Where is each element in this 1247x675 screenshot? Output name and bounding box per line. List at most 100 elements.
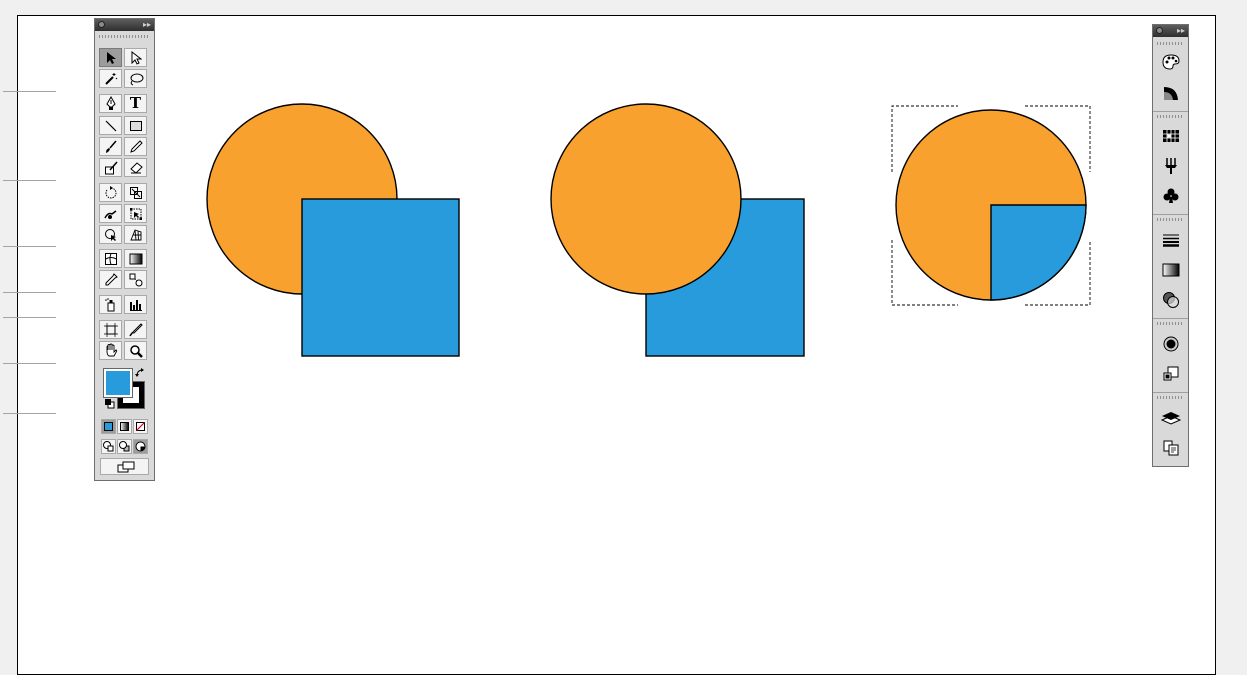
club-symbol-icon (1163, 188, 1178, 203)
line-segment-tool[interactable] (99, 116, 122, 135)
stroke-panel-button[interactable] (1157, 228, 1184, 252)
paintbrush-tool[interactable] (99, 137, 122, 156)
gradient-mode-button[interactable] (117, 419, 132, 434)
screen-mode-button[interactable] (100, 458, 149, 475)
pencil-tool[interactable] (124, 137, 147, 156)
pen-tool[interactable] (99, 94, 122, 113)
blend-icon (129, 273, 142, 286)
blob-brush-tool[interactable] (99, 158, 122, 177)
scale-tool[interactable] (124, 183, 147, 202)
symbol-sprayer-icon (104, 297, 114, 311)
eyedropper-tool[interactable] (99, 270, 122, 289)
dock-titlebar[interactable]: ▸▸ (1153, 25, 1188, 37)
dock-grip[interactable] (1157, 115, 1184, 118)
graphic-styles-panel-button[interactable] (1157, 362, 1184, 386)
gradient-icon (129, 253, 142, 264)
orange-circle-2[interactable] (550, 103, 742, 295)
mesh-tool[interactable] (99, 249, 122, 268)
eraser-tool[interactable] (124, 158, 147, 177)
artwork-group-1[interactable] (206, 103, 460, 357)
dock-grip[interactable] (1157, 396, 1184, 399)
dock-grip[interactable] (1157, 322, 1184, 325)
appearance-icon (1163, 336, 1178, 352)
symbol-sprayer-tool[interactable] (99, 295, 122, 314)
free-transform-tool[interactable] (124, 204, 147, 223)
warp-finger-icon (104, 209, 117, 219)
selection-tool[interactable] (99, 48, 122, 67)
pencil-icon (129, 139, 143, 153)
zoom-tool[interactable] (124, 341, 147, 360)
close-dock-icon[interactable] (1156, 27, 1163, 34)
artboard-icon (103, 322, 118, 337)
warp-tool[interactable] (99, 204, 122, 223)
rectangle-tool[interactable] (124, 116, 147, 135)
tools-separator (3, 292, 56, 293)
gradient-tool[interactable] (124, 249, 147, 268)
eyedropper-icon (105, 272, 118, 285)
blue-square-1[interactable] (301, 198, 460, 357)
dock-separator (1153, 214, 1188, 215)
color-mode-button[interactable] (101, 419, 116, 434)
swatches-panel-button[interactable] (1157, 124, 1184, 148)
artwork-group-2[interactable] (550, 103, 805, 357)
artboard-tool[interactable] (99, 320, 122, 339)
color-guide-panel-button[interactable] (1157, 81, 1184, 105)
dock-separator (1153, 392, 1188, 393)
collapse-panel-icon[interactable]: ▸▸ (143, 19, 151, 31)
perspective-grid-icon (129, 228, 141, 240)
hand-tool[interactable] (99, 341, 122, 360)
color-panel-button[interactable] (1157, 50, 1184, 74)
free-transform-icon (129, 207, 142, 220)
scale-icon (129, 186, 142, 199)
layers-panel-button[interactable] (1157, 406, 1184, 430)
perspective-grid-tool[interactable] (124, 225, 147, 244)
default-colors-icon[interactable] (104, 398, 115, 409)
type-tool[interactable]: T (124, 94, 147, 113)
tools-panel-titlebar[interactable]: ▸▸ (95, 19, 154, 31)
swap-fill-stroke-icon[interactable] (135, 368, 145, 378)
shape-builder-icon (104, 228, 116, 241)
expand-dock-icon[interactable]: ▸▸ (1177, 25, 1185, 37)
transparency-panel-button[interactable] (1157, 288, 1184, 312)
panel-grip[interactable] (99, 35, 150, 38)
none-mode-button[interactable] (133, 419, 148, 434)
slice-tool[interactable] (124, 320, 147, 339)
magnifier-icon (129, 344, 143, 358)
hollow-arrow-icon (131, 50, 142, 65)
screen-mode-icon (117, 461, 134, 472)
blend-tool[interactable] (124, 270, 147, 289)
draw-inside-button[interactable] (133, 439, 148, 454)
shape-builder-tool[interactable] (99, 225, 122, 244)
brushes-icon (1164, 158, 1177, 174)
direct-selection-tool[interactable] (124, 48, 147, 67)
magic-wand-tool[interactable] (99, 69, 122, 88)
lasso-tool[interactable] (124, 69, 147, 88)
appearance-panel-button[interactable] (1157, 332, 1184, 356)
tools-separator (3, 246, 56, 247)
fill-swatch[interactable] (103, 368, 133, 398)
draw-inside-icon (135, 441, 146, 452)
rotate-tool[interactable] (99, 183, 122, 202)
draw-normal-button[interactable] (101, 439, 116, 454)
dock-grip[interactable] (1157, 218, 1184, 221)
paintbrush-icon (105, 140, 117, 153)
layers-icon (1160, 412, 1181, 425)
blob-brush-icon (104, 161, 118, 174)
magic-wand-icon (104, 72, 117, 85)
artwork-group-3[interactable] (891, 105, 1091, 306)
gradient-panel-button[interactable] (1157, 258, 1184, 282)
column-graph-tool[interactable] (124, 295, 147, 314)
line-icon (105, 120, 116, 131)
brushes-panel-button[interactable] (1157, 154, 1184, 178)
blue-quadrant[interactable] (990, 204, 1087, 301)
palette-icon (1161, 54, 1180, 70)
tools-separator (3, 363, 56, 364)
close-panel-icon[interactable] (98, 21, 105, 28)
draw-behind-button[interactable] (117, 439, 132, 454)
dock-grip[interactable] (1157, 42, 1184, 45)
mesh-icon (104, 252, 117, 265)
swatches-grid-icon (1162, 130, 1179, 142)
canvas-artwork[interactable] (0, 0, 1247, 663)
symbols-panel-button[interactable] (1157, 184, 1184, 208)
artboards-panel-button[interactable] (1157, 436, 1184, 460)
